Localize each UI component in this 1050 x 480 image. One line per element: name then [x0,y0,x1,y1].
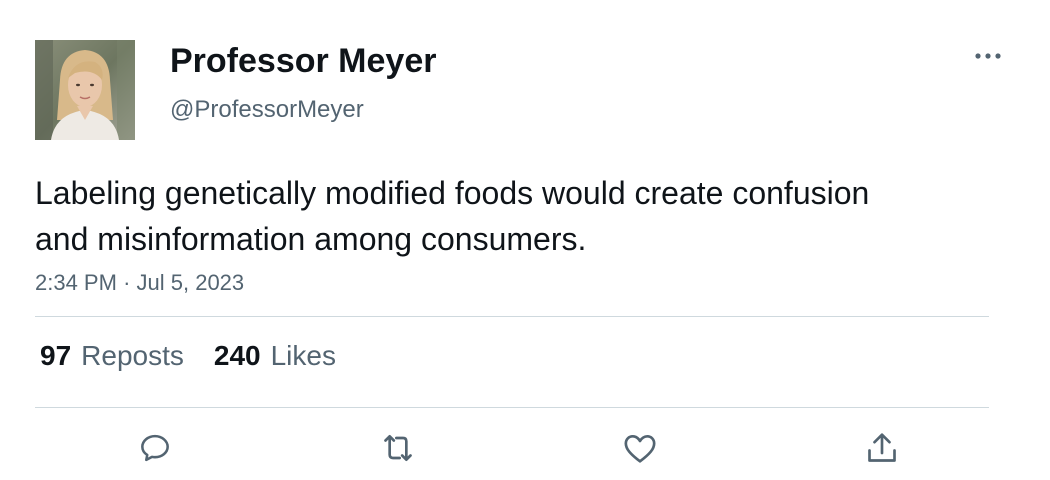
repost-icon [384,435,412,461]
tweet-timestamp[interactable]: 2:34 PM · Jul 5, 2023 [35,270,244,296]
reposts-label: Reposts [81,340,184,371]
tweet-time: 2:34 PM [35,270,117,295]
likes-stat[interactable]: 240 Likes [214,340,336,372]
avatar[interactable] [35,40,135,140]
reply-icon [141,434,169,462]
avatar-image [35,40,135,140]
likes-count: 240 [213,340,261,371]
divider [35,316,989,317]
engagement-stats: 97 Reposts 240 Likes [40,340,336,372]
reposts-stat[interactable]: 97 Reposts [40,340,184,372]
tweet-text: Labeling genetically modified foods woul… [35,175,870,257]
user-handle[interactable]: @ProfessorMeyer [170,96,364,124]
more-options-button[interactable] [968,42,1008,70]
likes-label: Likes [270,340,336,371]
like-icon [624,435,656,463]
tweet-card: Professor Meyer @ProfessorMeyer Labeling… [0,0,1050,480]
divider [35,407,989,408]
reposts-count: 97 [40,340,72,371]
timestamp-separator: · [123,270,131,295]
share-icon [868,433,896,462]
tweet-date: Jul 5, 2023 [136,270,245,295]
more-icon [975,53,1001,59]
share-button[interactable] [862,428,902,468]
reply-button[interactable] [135,428,175,468]
display-name[interactable]: Professor Meyer [170,42,436,81]
like-button[interactable] [620,428,660,468]
repost-button[interactable] [378,428,418,468]
